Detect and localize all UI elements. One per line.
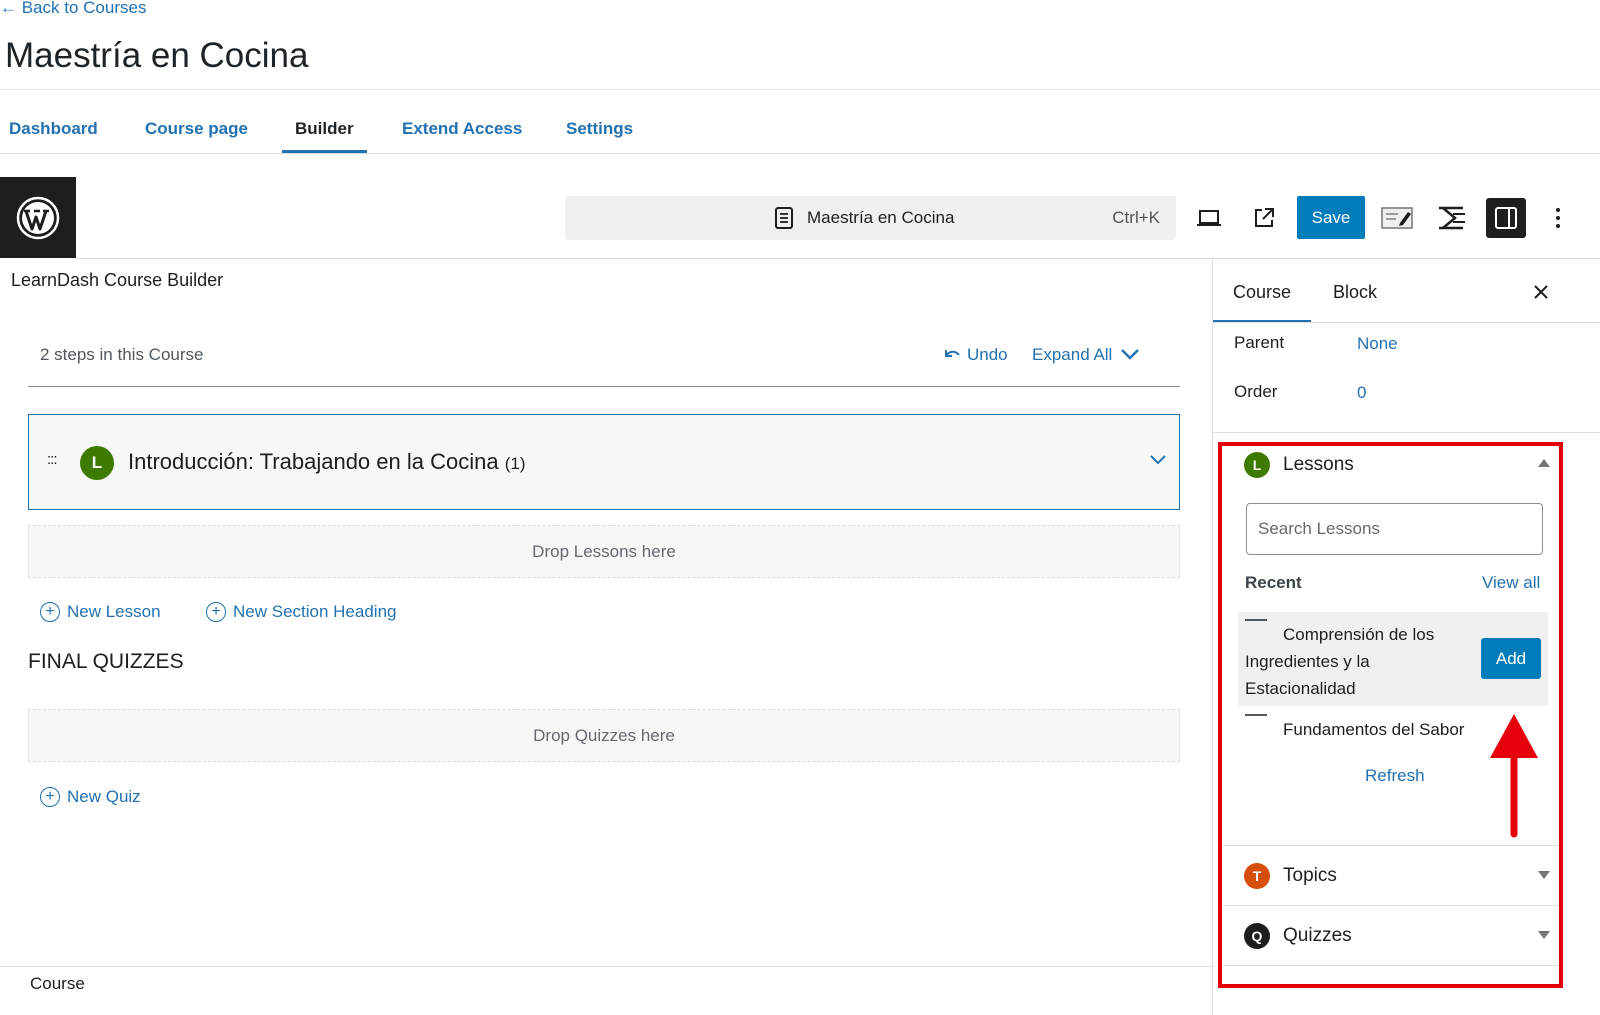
desktop-preview-icon[interactable] <box>1189 198 1229 238</box>
external-link-icon[interactable] <box>1244 198 1284 238</box>
new-section-heading-button[interactable]: + New Section Heading <box>206 602 396 622</box>
meta-divider <box>1213 432 1600 433</box>
plus-circle-icon: + <box>40 787 60 807</box>
new-quiz-label: New Quiz <box>67 787 141 806</box>
breadcrumb[interactable]: Course <box>30 974 85 994</box>
final-quizzes-heading: FINAL QUIZZES <box>28 650 184 673</box>
tab-settings[interactable]: Settings <box>553 90 646 154</box>
parent-value[interactable]: None <box>1357 334 1398 354</box>
close-icon[interactable] <box>1525 276 1557 308</box>
course-tabs: Dashboard Course page Builder Extend Acc… <box>0 90 1600 154</box>
command-bar-title: Maestría en Cocina <box>807 208 955 227</box>
tab-builder[interactable]: Builder <box>282 90 367 154</box>
edit-mode-icon[interactable] <box>1377 198 1417 238</box>
expand-all-label: Expand All <box>1032 345 1113 364</box>
learndash-tools-icon[interactable] <box>1431 198 1471 238</box>
new-section-label: New Section Heading <box>233 602 397 621</box>
more-vertical-icon[interactable] <box>1540 198 1576 238</box>
footer-divider <box>0 966 1212 967</box>
drop-quizzes-zone[interactable]: Drop Quizzes here <box>28 709 1180 762</box>
chevron-down-icon[interactable] <box>1149 453 1167 471</box>
plus-circle-icon: + <box>206 602 226 622</box>
parent-label: Parent <box>1234 333 1285 352</box>
order-value[interactable]: 0 <box>1357 383 1366 403</box>
sidebar-tab-course[interactable]: Course <box>1213 259 1311 323</box>
steps-divider <box>28 386 1180 387</box>
page-title: Maestría en Cocina <box>5 36 309 75</box>
tabs-divider <box>0 153 1600 154</box>
command-palette-bar[interactable]: Maestría en Cocina Ctrl+K <box>565 196 1176 240</box>
builder-title: LearnDash Course Builder <box>11 270 224 290</box>
order-label: Order <box>1234 382 1278 401</box>
undo-button[interactable]: Undo <box>943 345 1008 365</box>
red-arrow-up-icon <box>1486 712 1542 843</box>
sidebar-tab-block[interactable]: Block <box>1311 259 1399 323</box>
expand-all-button[interactable]: Expand All <box>1032 345 1140 365</box>
drop-lessons-zone[interactable]: Drop Lessons here <box>28 525 1180 578</box>
undo-label: Undo <box>967 345 1008 364</box>
document-icon <box>774 206 794 235</box>
sidebar-toggle-icon[interactable] <box>1486 198 1526 238</box>
tab-dashboard[interactable]: Dashboard <box>0 90 111 154</box>
wordpress-logo-icon[interactable] <box>0 177 76 258</box>
sidebar-tab-divider <box>1213 322 1600 323</box>
lesson-badge: L <box>80 446 114 480</box>
tab-course-page[interactable]: Course page <box>132 90 261 154</box>
chevron-down-icon <box>1120 345 1140 365</box>
drag-handle-icon[interactable]: ::: <box>47 451 57 468</box>
lesson-step-count: (1) <box>504 454 526 473</box>
lesson-card[interactable]: ::: L Introducción: Trabajando en la Coc… <box>28 414 1180 510</box>
save-button[interactable]: Save <box>1297 196 1365 239</box>
steps-count: 2 steps in this Course <box>40 345 204 364</box>
new-lesson-label: New Lesson <box>67 602 161 621</box>
new-lesson-button[interactable]: + New Lesson <box>40 602 161 622</box>
back-to-courses-link[interactable]: ← Back to Courses <box>0 0 146 18</box>
command-bar-shortcut: Ctrl+K <box>1112 208 1160 227</box>
plus-circle-icon: + <box>40 602 60 622</box>
new-quiz-button[interactable]: + New Quiz <box>40 787 141 807</box>
lesson-title-text: Introducción: Trabajando en la Cocina <box>128 449 499 474</box>
lesson-title: Introducción: Trabajando en la Cocina (1… <box>128 449 525 475</box>
tab-extend-access[interactable]: Extend Access <box>389 90 535 154</box>
undo-icon <box>943 345 961 365</box>
